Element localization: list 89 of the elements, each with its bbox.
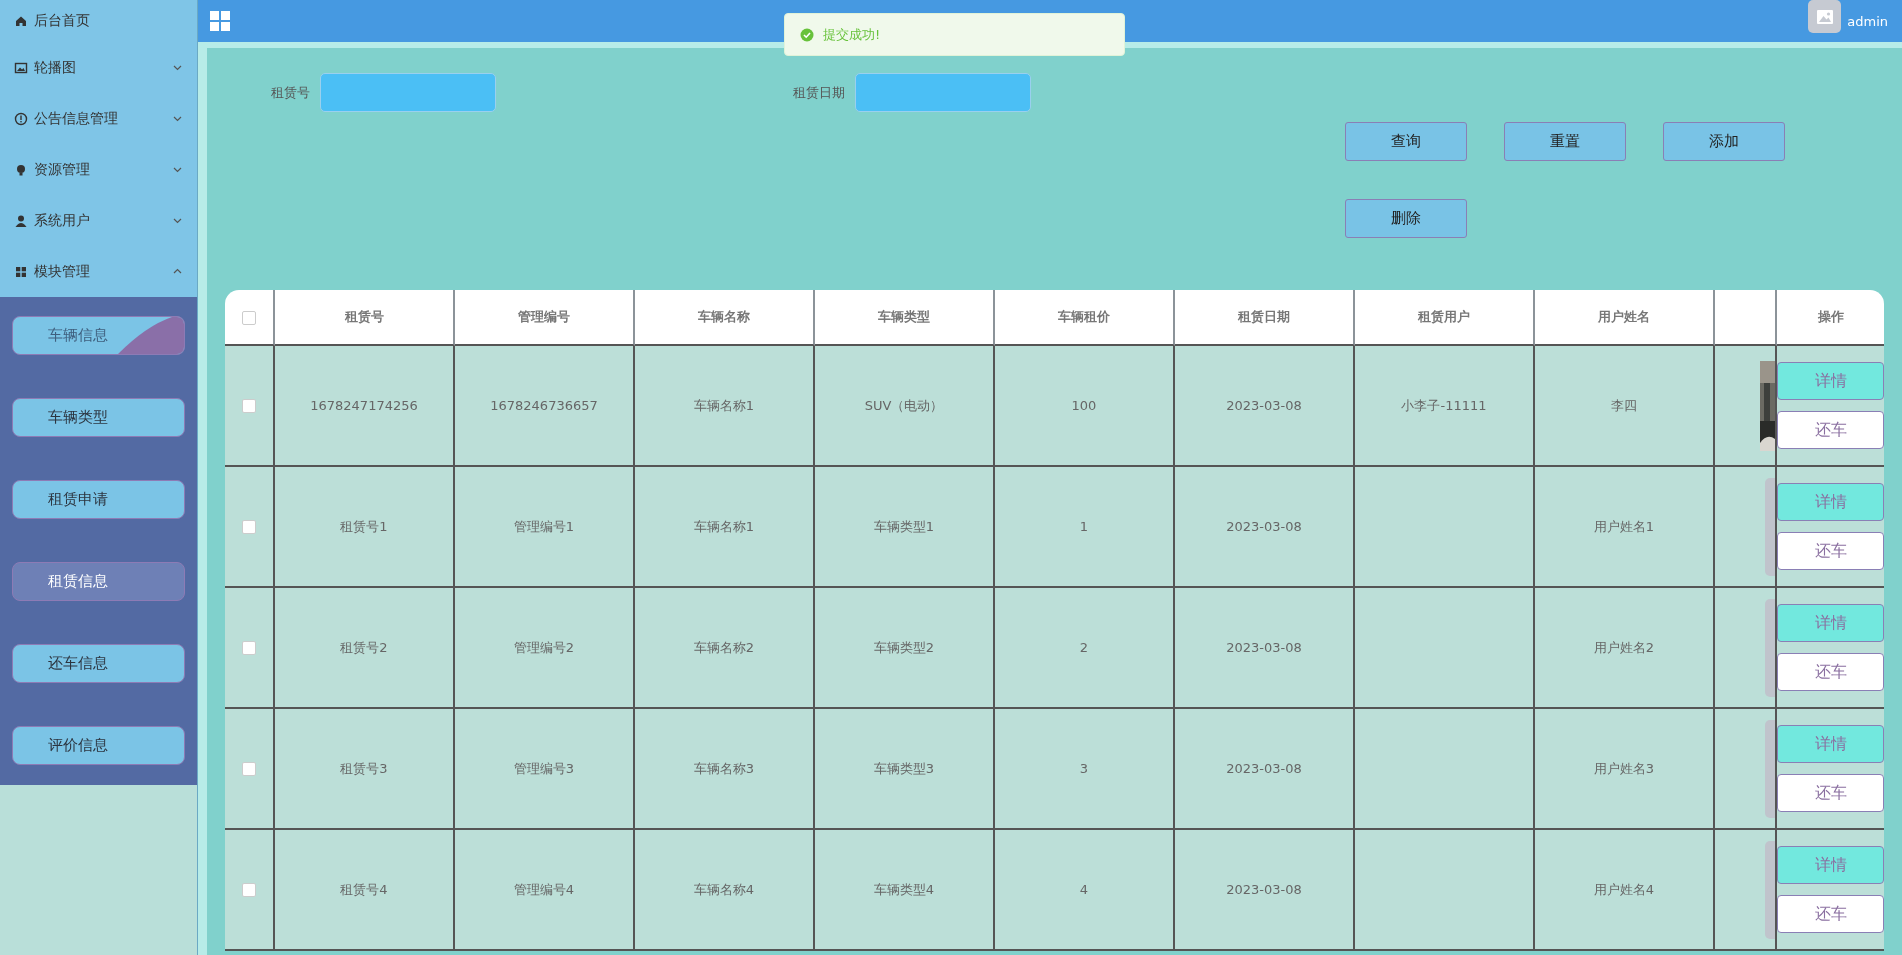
table-cell: 租赁号2 xyxy=(340,639,388,655)
table-cell: 租赁号4 xyxy=(340,881,388,897)
toast-text: 提交成功! xyxy=(823,25,881,44)
field-label: 租赁号 xyxy=(271,83,310,102)
table-cell: 4 xyxy=(1079,882,1089,897)
sidebar-menu-item[interactable]: 资源管理 xyxy=(0,144,197,195)
table-cell: 车辆类型2 xyxy=(873,639,935,655)
input-field[interactable] xyxy=(855,73,1031,112)
table-cell: 2023-03-08 xyxy=(1226,882,1302,897)
table-cell: 1678247174256 xyxy=(310,398,418,413)
table-cell: 100 xyxy=(1071,398,1097,413)
user-icon xyxy=(14,213,28,228)
row-action-button[interactable]: 还车 xyxy=(1777,532,1884,570)
table-cell: 2 xyxy=(1079,640,1089,655)
sidebar-menu-item[interactable]: 轮播图 xyxy=(0,42,197,93)
input-field[interactable] xyxy=(320,73,496,112)
hover-wave-icon xyxy=(118,317,184,354)
table-cell: 李四 xyxy=(1611,397,1637,413)
table-cell: 小李子-11111 xyxy=(1401,397,1487,413)
checkbox[interactable] xyxy=(242,399,256,414)
info-icon xyxy=(14,111,28,126)
column-header: 管理编号 xyxy=(518,309,570,324)
checkbox[interactable] xyxy=(242,310,256,325)
table-cell: 管理编号4 xyxy=(513,881,575,897)
checkbox[interactable] xyxy=(242,762,256,777)
checkbox[interactable] xyxy=(242,520,256,535)
table-cell: 管理编号1 xyxy=(513,518,575,534)
avatar[interactable] xyxy=(1808,0,1842,33)
table-cell: 车辆名称4 xyxy=(693,881,755,897)
action-button[interactable]: 添加 xyxy=(1663,122,1785,161)
table-cell: 车辆类型3 xyxy=(873,760,935,776)
image-icon xyxy=(14,60,28,75)
column-header: 租赁用户 xyxy=(1418,309,1470,324)
sidebar-menu-item[interactable]: 公告信息管理 xyxy=(0,93,197,144)
column-header: 车辆类型 xyxy=(878,309,930,324)
table-cell: 3 xyxy=(1079,761,1089,776)
row-action-button[interactable]: 还车 xyxy=(1777,895,1884,933)
table-cell: 车辆名称3 xyxy=(693,760,755,776)
table-cell: 2023-03-08 xyxy=(1226,519,1302,534)
checkbox[interactable] xyxy=(242,641,256,656)
action-button[interactable]: 查询 xyxy=(1345,122,1467,161)
home-icon xyxy=(14,14,28,28)
table-cell: 管理编号2 xyxy=(513,639,575,655)
row-action-button[interactable]: 还车 xyxy=(1777,653,1884,691)
submenu-button[interactable]: 租赁信息 xyxy=(12,562,185,601)
submenu-button[interactable]: 车辆信息 xyxy=(12,316,185,355)
table-cell: 管理编号3 xyxy=(513,760,575,776)
column-header: 租赁号 xyxy=(344,309,384,324)
table-cell: 1678246736657 xyxy=(490,398,598,413)
column-header: 车辆租价 xyxy=(1058,309,1110,324)
table-cell: 用户姓名4 xyxy=(1593,881,1655,897)
column-header: 租赁日期 xyxy=(1238,309,1290,324)
table-cell: 租赁号3 xyxy=(340,760,388,776)
submenu-button[interactable]: 租赁申请 xyxy=(12,480,185,519)
table-cell: 车辆名称1 xyxy=(693,397,755,413)
action-button[interactable]: 删除 xyxy=(1345,199,1467,238)
check-circle-icon xyxy=(800,27,814,42)
action-button[interactable]: 重置 xyxy=(1504,122,1626,161)
grid-menu-icon xyxy=(210,11,230,31)
table-cell: 1 xyxy=(1079,519,1089,534)
username: admin xyxy=(1847,13,1888,29)
table-cell: 车辆类型4 xyxy=(873,881,935,897)
table-cell: 2023-03-08 xyxy=(1226,398,1302,413)
submenu-button[interactable]: 车辆类型 xyxy=(12,398,185,437)
table-cell: 用户姓名3 xyxy=(1593,760,1655,776)
column-header: 车辆名称 xyxy=(698,309,750,324)
table-cell: 车辆名称1 xyxy=(693,518,755,534)
grid-icon xyxy=(14,264,28,279)
field-label: 租赁日期 xyxy=(793,83,845,102)
table-cell: 用户姓名1 xyxy=(1593,518,1655,534)
submenu-button[interactable]: 评价信息 xyxy=(12,726,185,765)
checkbox[interactable] xyxy=(242,883,256,898)
table-cell: 用户姓名2 xyxy=(1593,639,1655,655)
submenu-button[interactable]: 还车信息 xyxy=(12,644,185,683)
table-cell: 车辆类型1 xyxy=(873,518,935,534)
bulb-icon xyxy=(14,162,28,177)
table-cell: 租赁号1 xyxy=(340,518,388,534)
table-cell: 车辆名称2 xyxy=(693,639,755,655)
image-icon xyxy=(1815,7,1834,26)
table-cell: 2023-03-08 xyxy=(1226,761,1302,776)
row-action-button[interactable]: 还车 xyxy=(1777,774,1884,812)
column-header: 用户姓名 xyxy=(1598,309,1650,324)
home-menu-item[interactable]: 后台首页 xyxy=(0,0,197,42)
column-header: 操作 xyxy=(1817,309,1844,324)
table-cell: 2023-03-08 xyxy=(1226,640,1302,655)
sidebar-menu-item[interactable]: 模块管理 xyxy=(0,246,197,297)
table-cell: SUV（电动） xyxy=(864,397,944,413)
row-action-button[interactable]: 还车 xyxy=(1777,411,1884,449)
sidebar-menu-item[interactable]: 系统用户 xyxy=(0,195,197,246)
